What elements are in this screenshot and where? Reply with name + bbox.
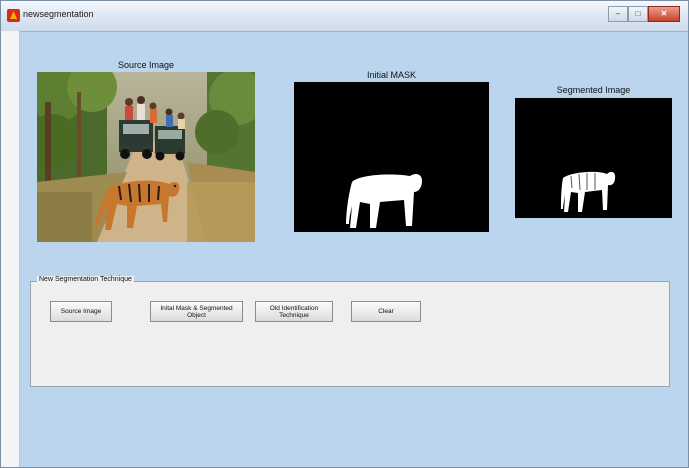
old-identification-technique-button[interactable]: Old Identification Technique <box>255 301 333 322</box>
title-bar[interactable]: newsegmentation – □ ✕ <box>1 1 688 32</box>
source-image-photo <box>37 72 255 242</box>
matlab-icon <box>7 9 20 22</box>
window-title: newsegmentation <box>23 9 94 19</box>
initial-mask-axes <box>294 82 489 232</box>
source-image-title: Source Image <box>117 60 175 70</box>
panel-legend: New Segmentation Technique <box>37 276 134 283</box>
maximize-icon[interactable]: □ <box>628 6 648 22</box>
initial-mask-image <box>346 173 422 228</box>
clear-button[interactable]: Clear <box>351 301 421 322</box>
segmentation-panel: New Segmentation Technique Source Image … <box>30 276 670 387</box>
segmented-image-title: Segmented Image <box>556 85 631 95</box>
app-window: newsegmentation – □ ✕ Source Image Initi… <box>0 0 689 468</box>
segmented-image <box>561 171 616 212</box>
initial-mask-title: Initial MASK <box>366 70 417 80</box>
source-image-axes <box>37 72 255 242</box>
initial-mask-segmented-object-button[interactable]: Inital Mask & Segmented Object <box>150 301 243 322</box>
minimize-icon[interactable]: – <box>608 6 628 22</box>
window-controls: – □ ✕ <box>608 6 680 24</box>
source-image-button[interactable]: Source Image <box>50 301 112 322</box>
close-icon[interactable]: ✕ <box>648 6 680 22</box>
window-left-edge <box>1 31 20 467</box>
segmented-image-axes <box>515 98 672 218</box>
